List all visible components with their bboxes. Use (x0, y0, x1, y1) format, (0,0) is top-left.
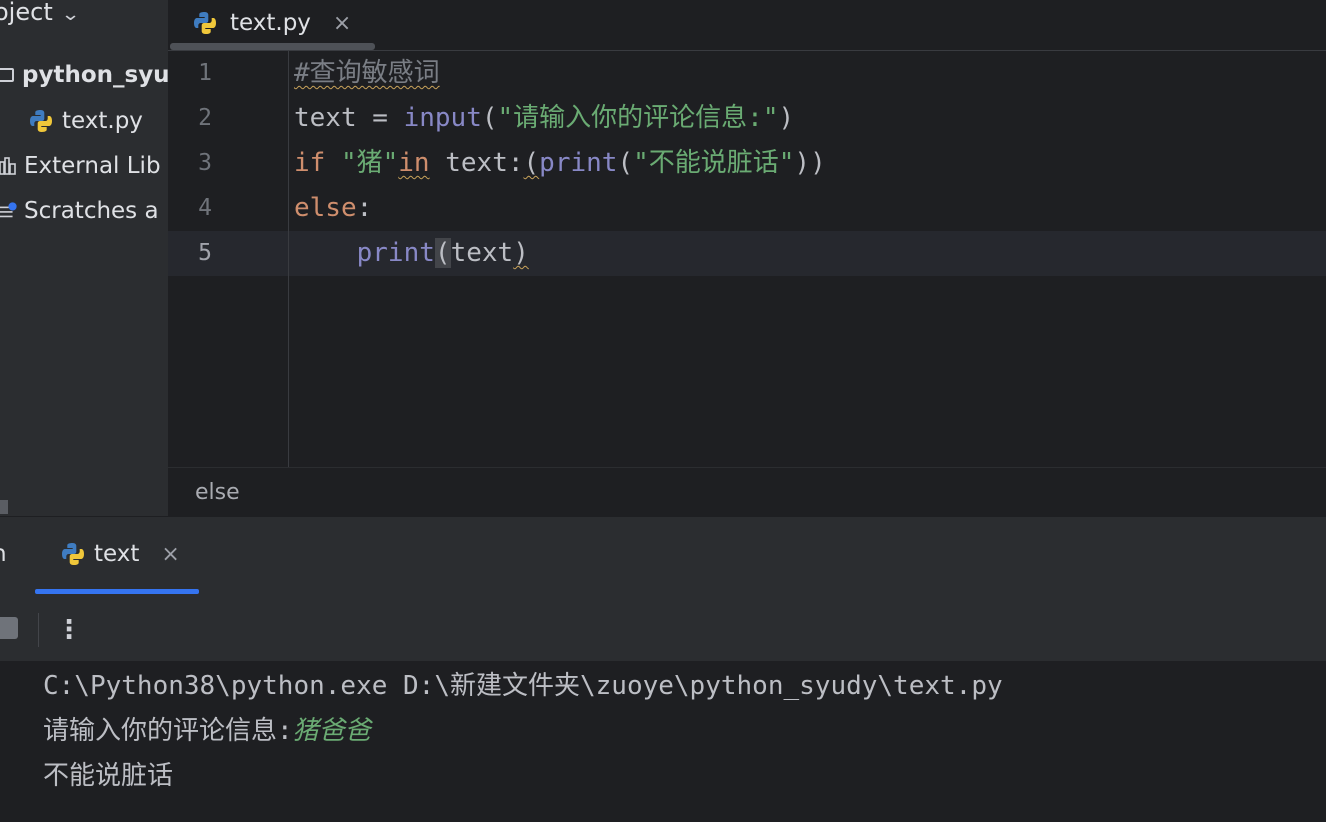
close-icon[interactable]: × (161, 542, 179, 567)
console-output[interactable]: C:\Python38\python.exe D:\新建文件夹\zuoye\py… (0, 661, 1326, 822)
project-view-title: oject (0, 0, 53, 26)
code-keyword: in (398, 148, 430, 178)
code-editor[interactable]: 1 2 3 4 5 #查询敏感词 text = input("请输入你的评论信息… (168, 51, 1326, 467)
tree-item-scratches[interactable]: Scratches a (0, 198, 159, 224)
console-prompt-line: 请输入你的评论信息:猪爸爸 (43, 711, 371, 751)
tree-item-project-folder[interactable]: python_syu (0, 62, 168, 88)
toolbar-divider (38, 613, 39, 647)
line-number: 1 (198, 60, 212, 86)
code-arg: text (450, 238, 514, 268)
code-builtin: print (539, 148, 618, 178)
code-var: text (294, 103, 357, 133)
more-options-icon[interactable]: ⋮ (56, 613, 82, 647)
run-window-title: n (0, 541, 7, 567)
tab-label: text.py (230, 10, 311, 36)
line-number: 4 (198, 195, 212, 221)
python-icon (62, 543, 84, 565)
code-line-5: print(text) (294, 231, 529, 276)
code-comment: #查询敏感词 (294, 58, 440, 88)
code-line-3: if "猪"in text:(print("不能说脏话")) (294, 141, 826, 186)
console-command-line: C:\Python38\python.exe D:\新建文件夹\zuoye\py… (43, 671, 1003, 701)
python-icon (194, 12, 216, 34)
console-output-line: 不能说脏话 (43, 761, 174, 791)
run-tool-window: n text × ⋮ C:\Python38\python.exe D:\新建文… (0, 516, 1326, 822)
code-paren: ( (481, 103, 498, 133)
code-string: "猪" (340, 148, 399, 178)
code-op: = (356, 103, 404, 133)
line-number: 3 (198, 150, 212, 176)
code-builtin: print (356, 238, 435, 268)
console-prompt: 请输入你的评论信息: (43, 716, 293, 746)
close-icon[interactable]: × (333, 11, 351, 36)
library-icon (0, 157, 16, 175)
line-number: 2 (198, 105, 212, 131)
code-keyword: else (294, 193, 357, 223)
code-line-1: #查询敏感词 (294, 51, 440, 96)
stop-icon[interactable] (0, 617, 18, 639)
python-icon (30, 110, 52, 132)
breadcrumb[interactable]: else (195, 480, 240, 505)
project-view-header[interactable]: oject ⌄ (0, 0, 80, 26)
project-sidebar: oject ⌄ python_syu text.py External Lib S… (0, 0, 168, 516)
code-text: text: (429, 148, 524, 178)
line-number: 5 (198, 240, 212, 266)
tab-text-py[interactable]: text.py × (192, 0, 351, 46)
tab-scroll-indicator[interactable] (170, 43, 375, 50)
folder-icon (0, 68, 14, 82)
code-paren: ( (617, 148, 634, 178)
console-user-input: 猪爸爸 (292, 716, 371, 746)
code-string: "不能说脏话" (633, 148, 795, 178)
code-string: "请输入你的评论信息:" (497, 103, 779, 133)
code-keyword: if (294, 148, 326, 178)
chevron-down-icon[interactable]: ⌄ (60, 4, 80, 25)
code-paren: )) (794, 148, 826, 178)
code-colon: : (356, 193, 373, 223)
scratches-icon (0, 202, 17, 218)
run-tab-active-indicator (35, 589, 199, 594)
code-builtin: input (403, 103, 482, 133)
code-line-2: text = input("请输入你的评论信息:") (294, 96, 794, 141)
tree-item-text-py[interactable]: text.py (28, 108, 143, 134)
sidebar-scrollbar[interactable] (0, 500, 8, 514)
code-paren: ( (434, 238, 451, 268)
tree-item-external-libraries[interactable]: External Lib (0, 153, 161, 179)
run-tab-text[interactable]: text × (60, 541, 180, 567)
breadcrumb-bar: else (168, 467, 1326, 517)
tree-item-label: python_syu (22, 62, 168, 88)
line-number-gutter: 1 2 3 4 5 (168, 51, 289, 467)
code-paren: ) (513, 238, 529, 268)
tree-item-label: Scratches a (24, 198, 159, 224)
tree-item-label: text.py (62, 108, 143, 134)
code-line-4: else: (294, 186, 372, 231)
run-tab-label: text (94, 541, 140, 567)
editor-tab-bar: text.py × (168, 0, 1326, 51)
code-paren: ) (778, 103, 795, 133)
code-paren: ( (523, 148, 540, 178)
tree-item-label: External Lib (24, 153, 161, 179)
